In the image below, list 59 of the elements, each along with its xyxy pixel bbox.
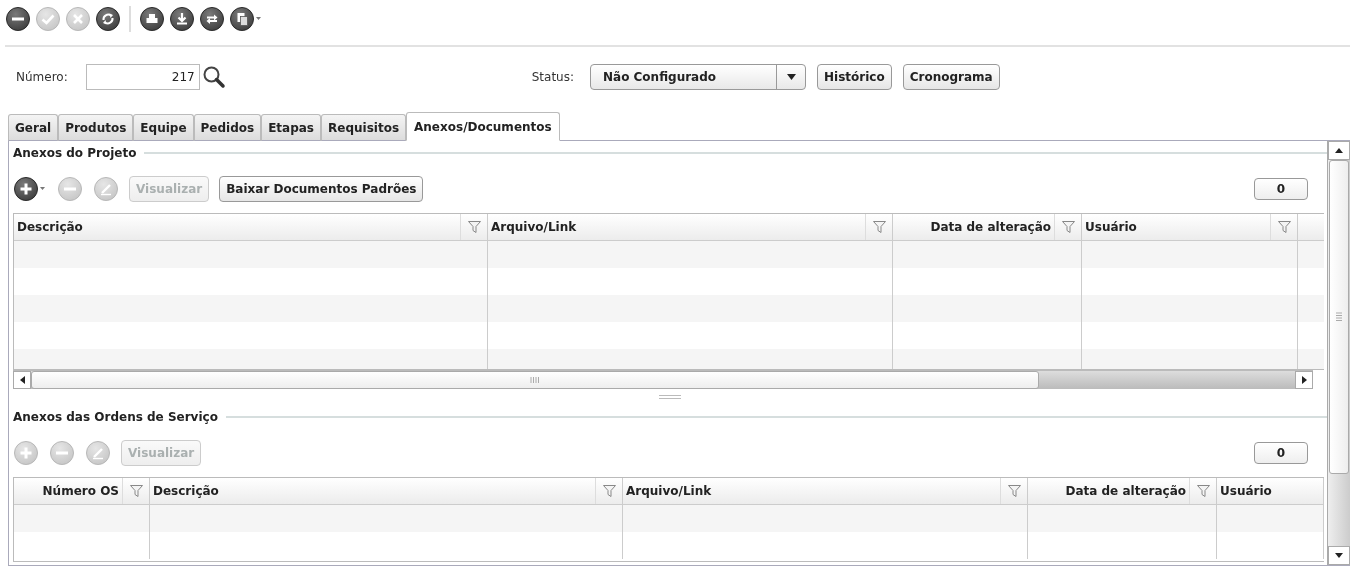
filter-icon[interactable] [467,221,481,233]
status-dropdown[interactable]: Não Configurado [590,64,806,90]
section-title: Anexos das Ordens de Serviço [13,410,218,424]
scroll-thumb[interactable] [1329,160,1349,474]
left-arrow-icon [19,376,25,384]
tab[interactable]: Pedidos [193,114,262,141]
tab[interactable]: Geral [8,114,59,141]
refresh-button[interactable] [95,6,121,32]
column-header[interactable]: Usuário [1082,220,1270,234]
up-arrow-icon [1335,148,1343,153]
splitter-handle[interactable] [659,395,681,399]
column-header[interactable]: Número OS [14,484,122,498]
column-header[interactable]: Data de alteração [1028,484,1189,498]
search-icon[interactable] [201,65,226,89]
vertical-scrollbar[interactable] [1327,141,1350,565]
right-arrow-icon [1301,376,1307,384]
column-header[interactable]: Arquivo/Link [488,220,865,234]
print-button[interactable] [139,6,165,32]
document-button[interactable] [229,6,263,32]
tab[interactable]: Equipe [133,114,194,141]
column-header[interactable]: Arquivo/Link [623,484,1000,498]
down-arrow-icon [1335,553,1343,558]
scroll-up-button[interactable] [1328,141,1350,160]
grip-icon [530,377,540,383]
count-badge: 0 [1254,178,1308,200]
filter-icon[interactable] [1061,221,1075,233]
status-label: Status: [531,70,574,84]
filter-icon[interactable] [602,485,616,497]
tab[interactable]: Produtos [58,114,134,141]
tab[interactable]: Anexos/Documentos [406,112,560,141]
scroll-thumb[interactable] [31,371,1039,389]
caret-icon [786,74,796,80]
action-button[interactable]: Cronograma [902,64,1000,90]
column-header[interactable]: Usuário [1217,484,1323,498]
column-header[interactable]: Data de alteração [893,220,1054,234]
scroll-down-button[interactable] [1328,546,1350,565]
count-badge: 0 [1254,442,1308,464]
sync-button[interactable] [199,6,225,32]
grip-icon [1336,312,1342,322]
tab[interactable]: Etapas [261,114,321,141]
minus-button[interactable] [5,6,31,32]
number-label: Número: [16,70,68,84]
action-button[interactable]: Histórico [817,64,892,90]
scroll-right-button[interactable] [1295,371,1313,389]
download-button[interactable] [169,6,195,32]
column-header[interactable]: Descrição [14,220,460,234]
filter-icon[interactable] [1007,485,1021,497]
scroll-left-button[interactable] [13,371,31,389]
plus-button[interactable] [13,176,47,202]
filter-icon[interactable] [1277,221,1291,233]
horizontal-scrollbar[interactable] [13,370,1313,389]
filter-icon[interactable] [129,485,143,497]
filter-icon[interactable] [872,221,886,233]
tab[interactable]: Requisitos [321,114,407,141]
column-header[interactable]: Descrição [150,484,595,498]
section-title: Anexos do Projeto [13,146,137,160]
toolbar-button[interactable]: Baixar Documentos Padrões [219,176,424,202]
number-field[interactable]: 217 [85,64,200,90]
filter-icon[interactable] [1196,485,1210,497]
